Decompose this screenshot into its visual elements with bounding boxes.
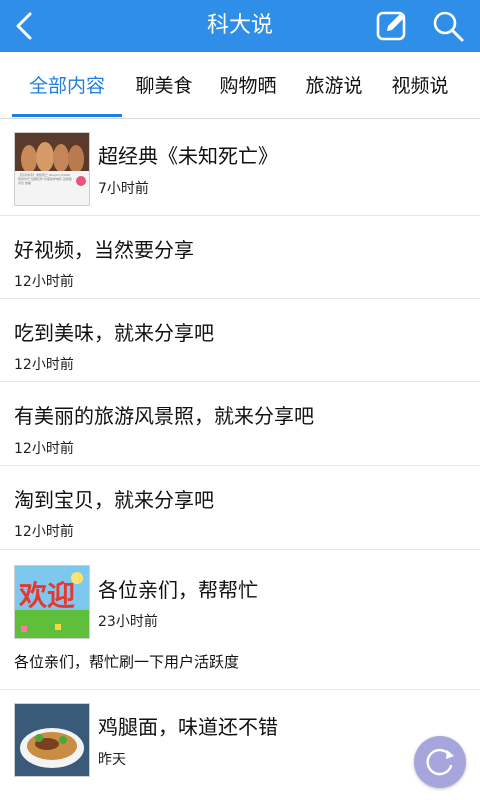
post-title: 好视频，当然要分享 [14, 238, 194, 262]
post-time: 7小时前 [98, 181, 149, 197]
list-item[interactable]: 有美丽的旅游风景照，就来分享吧 12小时前 [0, 381, 480, 466]
tab-food[interactable]: 聊美食 [124, 52, 204, 118]
post-time: 23小时前 [98, 614, 158, 630]
search-icon[interactable] [430, 8, 466, 44]
compose-icon[interactable] [374, 8, 410, 44]
welcome-banner-thumbnail: 欢迎 [14, 565, 90, 639]
welcome-banner-text: 欢迎 [19, 579, 76, 612]
post-time: 12小时前 [14, 357, 74, 373]
list-item[interactable]: 鸡腿面，味道还不错 昨天 [0, 689, 480, 800]
post-time: 12小时前 [14, 524, 74, 540]
noodle-dish-thumbnail [14, 703, 90, 777]
movie-poster-thumbnail: 【高清中字】未知死亡 Ghajini (2008) 阿米尔汗 经典巨作 印度动作… [14, 132, 90, 206]
tab-shopping[interactable]: 购物晒 [208, 52, 288, 118]
post-title: 吃到美味，就来分享吧 [14, 321, 214, 345]
tab-video[interactable]: 视频说 [380, 52, 460, 118]
active-tab-indicator [12, 114, 122, 117]
list-item[interactable]: 好视频，当然要分享 12小时前 [0, 215, 480, 299]
post-feed: 【高清中字】未知死亡 Ghajini (2008) 阿米尔汗 经典巨作 印度动作… [0, 118, 480, 800]
post-title: 各位亲们，帮帮忙 [98, 578, 258, 602]
refresh-button[interactable] [414, 736, 466, 788]
thumbnail-caption: 【高清中字】未知死亡 Ghajini (2008) 阿米尔汗 经典巨作 印度动作… [18, 173, 72, 185]
post-time: 昨天 [98, 752, 126, 768]
list-item[interactable]: 淘到宝贝，就来分享吧 12小时前 [0, 465, 480, 550]
tab-travel[interactable]: 旅游说 [294, 52, 374, 118]
category-tabs: 全部内容 聊美食 购物晒 旅游说 视频说 [0, 52, 480, 119]
list-item[interactable]: 吃到美味，就来分享吧 12小时前 [0, 298, 480, 382]
list-item[interactable]: 欢迎 各位亲们，帮帮忙 23小时前 各位亲们，帮忙刷一下用户活跃度 [0, 549, 480, 690]
post-description: 各位亲们，帮忙刷一下用户活跃度 [14, 653, 240, 671]
post-title: 超经典《未知死亡》 [98, 144, 278, 168]
list-item[interactable]: 【高清中字】未知死亡 Ghajini (2008) 阿米尔汗 经典巨作 印度动作… [0, 118, 480, 216]
refresh-icon [414, 748, 466, 792]
post-time: 12小时前 [14, 274, 74, 290]
post-title: 鸡腿面，味道还不错 [98, 715, 278, 739]
post-title: 淘到宝贝，就来分享吧 [14, 488, 214, 512]
post-title: 有美丽的旅游风景照，就来分享吧 [14, 404, 314, 428]
tab-all-content[interactable]: 全部内容 [12, 52, 122, 118]
post-time: 12小时前 [14, 441, 74, 457]
app-header: 科大说 [0, 0, 480, 52]
